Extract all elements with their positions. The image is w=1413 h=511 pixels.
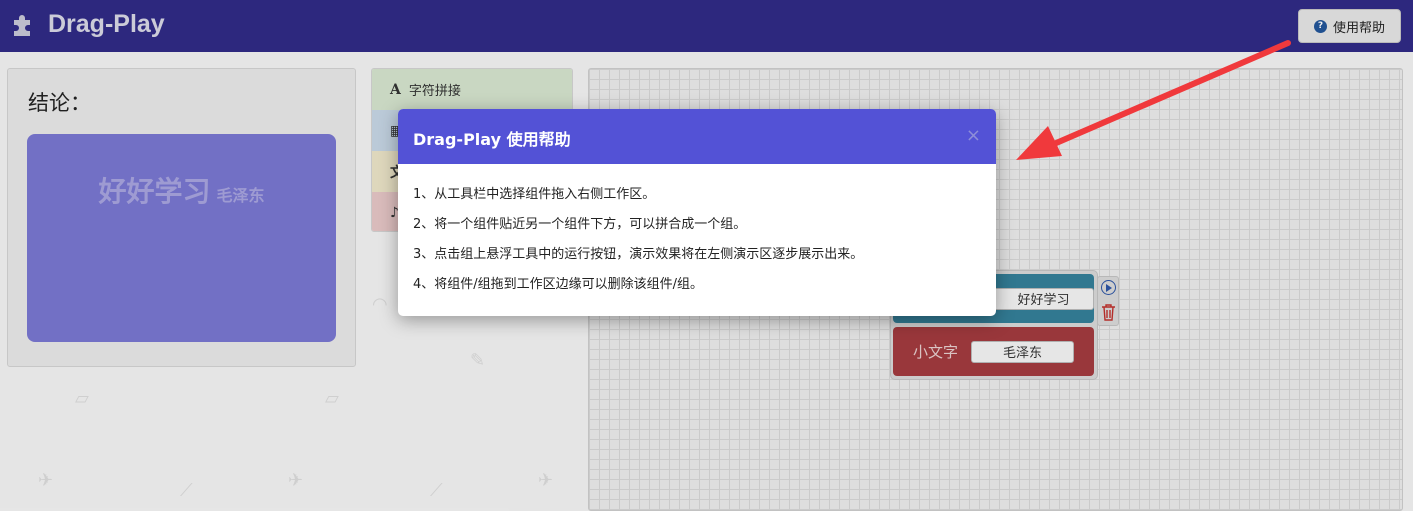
- modal-header: Drag-Play 使用帮助 ×: [398, 109, 996, 164]
- help-line: 1、从工具栏中选择组件拖入右侧工作区。: [413, 187, 656, 202]
- modal-body: 1、从工具栏中选择组件拖入右侧工作区。 2、将一个组件贴近另一个组件下方，可以拼…: [398, 164, 996, 306]
- modal-title: Drag-Play 使用帮助: [413, 130, 571, 149]
- help-line: 3、点击组上悬浮工具中的运行按钮，演示效果将在左侧演示区逐步展示出来。: [413, 247, 864, 262]
- help-line: 2、将一个组件贴近另一个组件下方，可以拼合成一个组。: [413, 217, 747, 232]
- close-icon[interactable]: ×: [966, 125, 981, 146]
- annotation-arrow-icon: [1016, 40, 1291, 160]
- help-line: 4、将组件/组拖到工作区边缘可以删除该组件/组。: [413, 277, 704, 292]
- help-modal: Drag-Play 使用帮助 × 1、从工具栏中选择组件拖入右侧工作区。 2、将…: [398, 109, 996, 316]
